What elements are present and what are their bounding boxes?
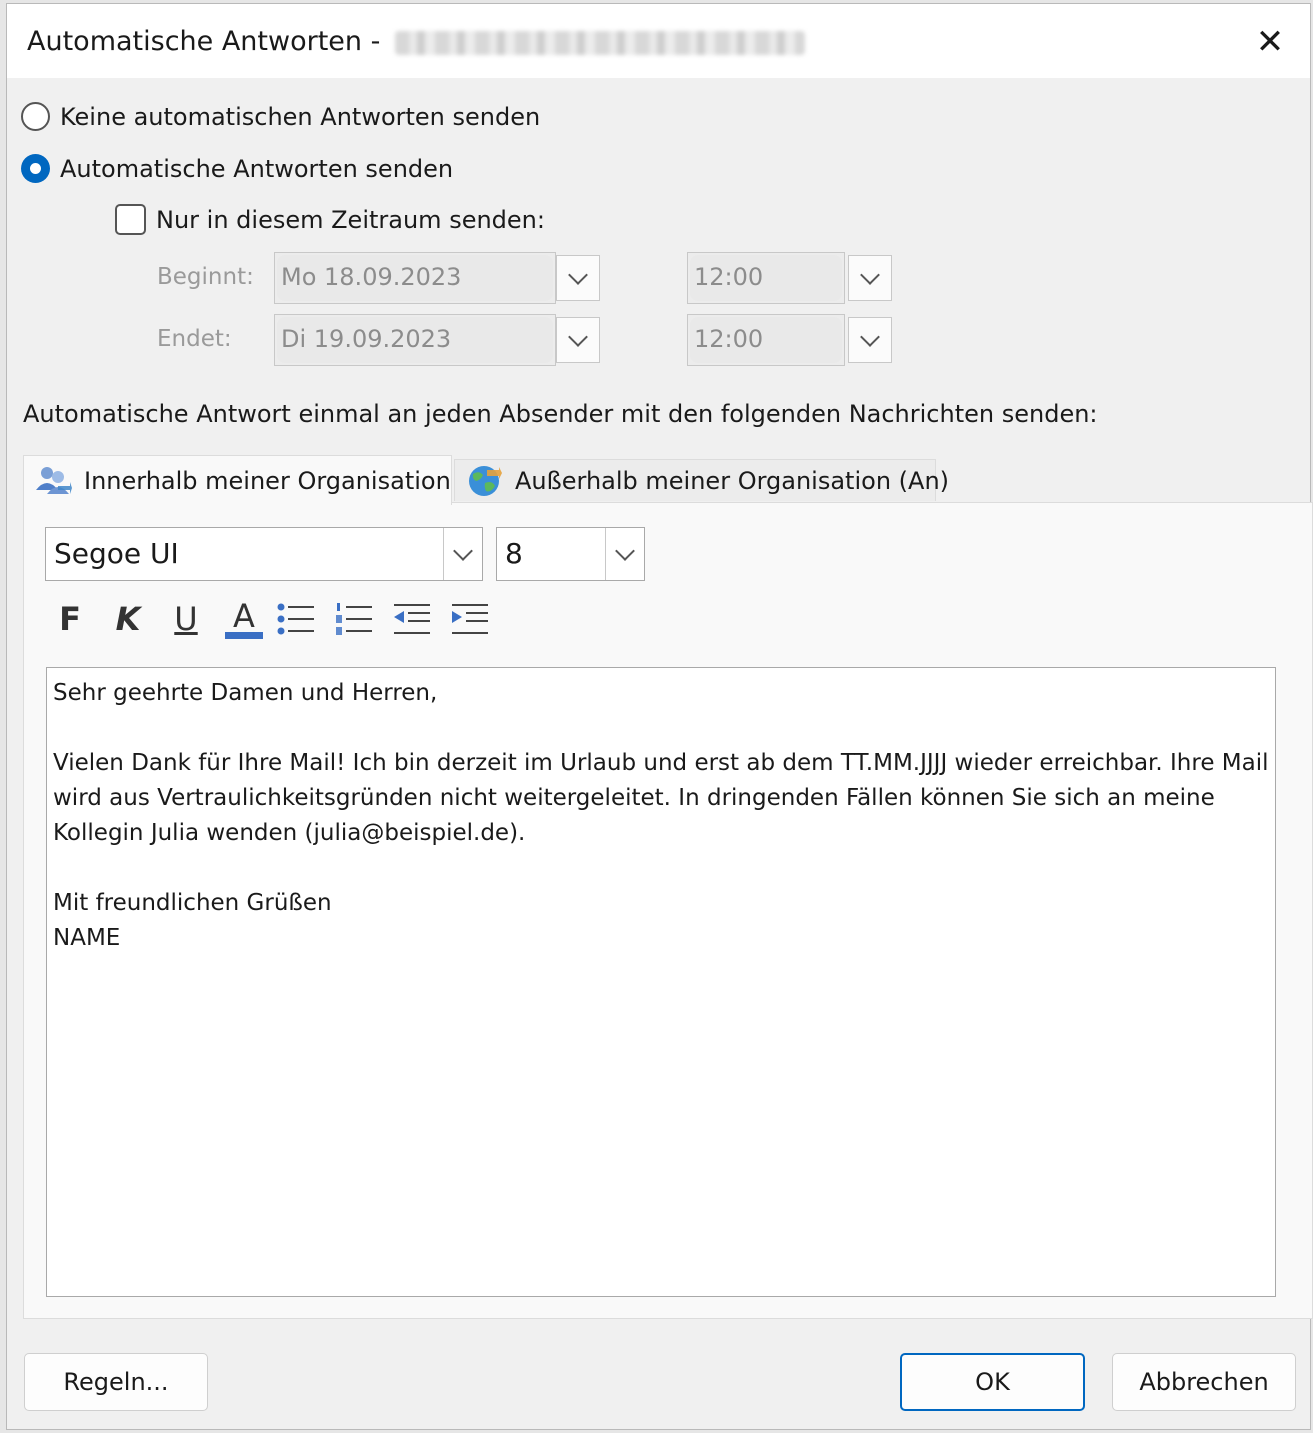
start-date-dropdown[interactable] [556,255,600,301]
end-time-field[interactable]: 12:00 [687,314,845,366]
no-reply-label: Keine automatischen Antworten senden [60,102,541,131]
message-editor[interactable]: Sehr geehrte Damen und Herren, Vielen Da… [46,667,1276,1297]
send-reply-radio[interactable] [21,154,50,183]
start-label: Beginnt: [157,264,254,290]
start-date-value: Mo 18.09.2023 [277,255,553,301]
numbered-list-icon [336,603,372,635]
start-time-dropdown[interactable] [848,255,892,301]
chevron-down-icon [568,265,588,285]
chevron-down-icon [453,541,473,561]
font-color-button[interactable]: A [221,596,267,642]
timerange-checkbox[interactable] [115,204,146,235]
window-title: Automatische Antworten - [27,26,805,57]
no-reply-radio[interactable] [21,102,50,131]
tab-outside-organization[interactable]: Außerhalb meiner Organisation (An) [454,459,949,501]
send-reply-label: Automatische Antworten senden [60,154,454,183]
decrease-indent-icon [394,604,430,634]
font-color-swatch [225,631,263,639]
title-bar: Automatische Antworten - ✕ [7,4,1310,78]
tab-inside-label: Innerhalb meiner Organisation [84,466,451,495]
underline-button[interactable]: U [163,596,209,642]
message-body: Vielen Dank für Ihre Mail! Ich bin derze… [53,750,1276,846]
end-time-dropdown[interactable] [848,317,892,363]
message-closing: Mit freundlichen Grüßen [53,890,332,916]
italic-button[interactable]: K [105,596,151,642]
font-color-letter: A [233,596,255,635]
timerange-option[interactable]: Nur in diesem Zeitraum senden: [115,204,545,235]
chevron-down-icon [860,327,880,347]
window-title-text: Automatische Antworten - [27,26,381,57]
decrease-indent-button[interactable] [389,596,435,642]
end-date-field[interactable]: Di 19.09.2023 [274,314,556,366]
send-reply-option[interactable]: Automatische Antworten senden [21,154,453,183]
font-size-value: 8 [505,537,523,570]
start-time-field[interactable]: 12:00 [687,252,845,304]
start-date-field[interactable]: Mo 18.09.2023 [274,252,556,304]
bullet-list-button[interactable] [273,596,319,642]
end-date-dropdown[interactable] [556,317,600,363]
chevron-down-icon [568,327,588,347]
increase-indent-icon [452,604,488,634]
bullet-list-icon [277,603,314,635]
redacted-account-name [394,30,805,55]
end-date-value: Di 19.09.2023 [277,317,553,363]
ok-button[interactable]: OK [900,1353,1085,1411]
numbered-list-button[interactable] [331,596,377,642]
font-name-dropdown[interactable] [443,528,482,580]
auto-reply-dialog: Automatische Antworten - ✕ Keine automat… [6,3,1313,1430]
message-greeting: Sehr geehrte Damen und Herren, [53,680,438,706]
cancel-button[interactable]: Abbrechen [1112,1353,1296,1411]
increase-indent-button[interactable] [447,596,493,642]
chevron-down-icon [860,265,880,285]
close-button[interactable]: ✕ [1248,20,1292,64]
no-reply-option[interactable]: Keine automatischen Antworten senden [21,102,540,131]
people-icon [36,466,72,494]
rules-button[interactable]: Regeln... [24,1353,208,1411]
font-name-combo[interactable]: Segoe UI [45,527,483,581]
globe-icon [469,465,502,496]
timerange-label: Nur in diesem Zeitraum senden: [156,205,545,234]
font-size-dropdown[interactable] [605,528,644,580]
font-size-combo[interactable]: 8 [496,527,645,581]
section-label: Automatische Antwort einmal an jeden Abs… [23,400,1098,428]
tab-inside-organization[interactable]: Innerhalb meiner Organisation [23,455,452,505]
start-time-value: 12:00 [690,255,842,301]
tab-outside-label: Außerhalb meiner Organisation (An) [515,466,950,495]
message-signature: NAME [53,925,121,951]
chevron-down-icon [615,541,635,561]
end-time-value: 12:00 [690,317,842,363]
end-label: Endet: [157,326,232,352]
font-name-value: Segoe UI [54,537,179,570]
bold-button[interactable]: F [47,596,93,642]
